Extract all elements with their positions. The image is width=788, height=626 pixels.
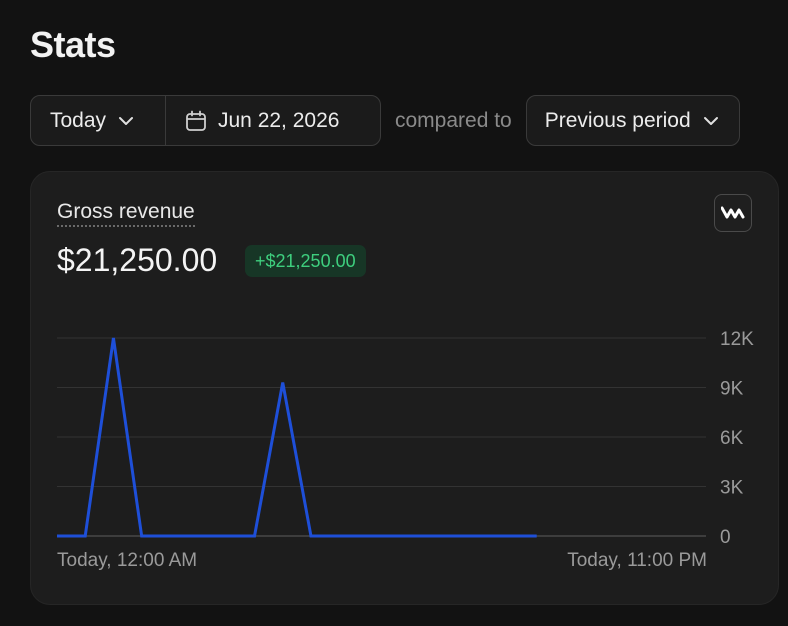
revenue-line-chart: 0 3K 6K 9K 12K [57,329,754,548]
y-tick-label: 0 [720,527,731,548]
comparison-select[interactable]: Previous period [525,95,740,146]
date-label: Jun 22, 2026 [218,108,340,132]
y-tick-label: 12K [720,329,754,350]
compared-to-label: compared to [395,108,512,132]
chevron-down-icon [703,116,718,125]
date-range-group: Today Jun 22, 2026 [30,95,381,146]
date-picker[interactable]: Jun 22, 2026 [165,96,380,145]
chevron-down-icon [119,116,134,125]
calendar-icon [186,110,206,131]
comparison-label: Previous period [544,108,691,132]
y-tick-label: 6K [720,428,744,449]
y-tick-label: 9K [720,379,744,400]
x-axis-start-label: Today, 12:00 AM [57,550,198,571]
x-axis-end-label: Today, 11:00 PM [567,550,707,571]
gross-revenue-card: Gross revenue $21,250.00 +$21,250.00 0 3K… [30,171,779,605]
period-label: Today [50,108,107,132]
page-title: Stats [30,24,116,65]
filter-controls: Today Jun 22, 2026 compared to Previous … [30,95,740,146]
period-select[interactable]: Today [31,96,165,145]
y-tick-label: 3K [720,478,744,499]
